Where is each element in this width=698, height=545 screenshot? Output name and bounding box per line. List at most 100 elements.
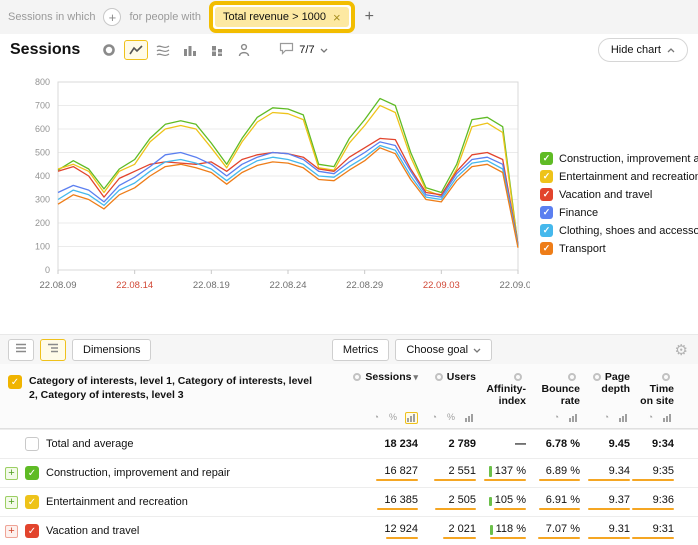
pie-toggle-icon[interactable]: ◔	[430, 411, 439, 424]
column-header[interactable]: Users	[428, 371, 486, 383]
row-label-cell: + ✓ Vacation and travel	[0, 524, 332, 538]
row-label[interactable]: Construction, improvement and repair	[46, 467, 230, 479]
column-header-label: Page depth	[601, 371, 630, 395]
legend-checkbox[interactable]: ✓	[540, 152, 553, 165]
audience-map-type-button[interactable]	[232, 40, 256, 60]
dimensions-button[interactable]: Dimensions	[72, 339, 151, 361]
metric-cell: 16 827	[332, 465, 428, 481]
row-checkbox[interactable]: ✓	[25, 495, 39, 509]
chevron-down-icon	[473, 344, 481, 356]
column-header[interactable]: Time on site	[640, 371, 698, 407]
column-header[interactable]: Bounce rate	[536, 371, 590, 407]
metric-value: 16 385	[384, 494, 418, 506]
add-people-condition-button[interactable]: +	[363, 8, 376, 26]
percent-toggle-icon[interactable]: %	[445, 411, 457, 424]
pie-toggle-icon[interactable]: ◔	[646, 411, 655, 424]
list-view-button[interactable]	[8, 339, 34, 361]
metric-value: 9.37	[609, 494, 630, 506]
line-chart-icon	[129, 43, 143, 57]
stacked-bar-type-button[interactable]	[205, 40, 229, 60]
metric-value: —	[515, 438, 526, 450]
percent-toggle-icon[interactable]: %	[387, 411, 399, 424]
legend-item[interactable]: ✓Vacation and travel	[540, 188, 698, 201]
segments-dropdown[interactable]: 7/7	[273, 41, 333, 59]
pie-toggle-icon[interactable]: ◔	[552, 411, 561, 424]
revenue-filter-chip[interactable]: Total revenue > 1000 ×	[215, 7, 349, 27]
table-body: Total and average18 2342 789—6.78 %9.459…	[0, 429, 698, 545]
settings-gear-icon[interactable]: ⚙	[673, 341, 690, 359]
column-header[interactable]: Affinity- index	[486, 371, 536, 407]
metric-mini-bar	[484, 479, 526, 481]
legend-checkbox[interactable]: ✓	[540, 224, 553, 237]
choose-goal-button[interactable]: Choose goal	[395, 339, 492, 361]
bar-toggle-icon[interactable]	[617, 412, 630, 424]
row-checkbox[interactable]: ✓	[25, 466, 39, 480]
legend-checkbox[interactable]: ✓	[540, 242, 553, 255]
x-axis-label: 22.08.14	[116, 280, 153, 291]
pie-toggle-icon[interactable]: ◔	[602, 411, 611, 424]
row-label[interactable]: Total and average	[46, 438, 133, 450]
column-header[interactable]: Page depth	[590, 371, 640, 395]
column-header[interactable]: Sessions▾	[332, 371, 428, 383]
svg-text:200: 200	[35, 218, 50, 228]
metric-value: 9.45	[609, 438, 630, 450]
row-label-cell: + ✓ Entertainment and recreation	[0, 495, 332, 509]
expand-row-button[interactable]: +	[5, 496, 18, 509]
line-chart-type-button[interactable]	[124, 40, 148, 60]
metric-mini-bar	[434, 479, 476, 481]
legend-item[interactable]: ✓Finance	[540, 206, 698, 219]
legend-checkbox[interactable]: ✓	[540, 206, 553, 219]
metric-mini-bar	[632, 508, 674, 510]
sessions-line-chart[interactable]: 010020030040050060070080022.08.0922.08.1…	[0, 66, 530, 334]
tree-view-button[interactable]	[40, 339, 66, 361]
legend-item[interactable]: ✓Construction, improvement and repair	[540, 152, 698, 165]
metric-mini-bar	[443, 537, 476, 539]
metric-mini-bar	[377, 508, 418, 510]
metric-value: 6.89 %	[546, 465, 580, 477]
bar-toggle-icon[interactable]	[405, 412, 418, 424]
metric-cell: 16 385	[332, 494, 428, 510]
metric-cell: 118 %	[486, 523, 536, 539]
metric-mini-bar	[376, 479, 418, 481]
expand-row-button[interactable]: +	[5, 525, 18, 538]
svg-text:400: 400	[35, 171, 50, 181]
legend-label: Entertainment and recreation	[559, 171, 698, 183]
row-checkbox[interactable]	[25, 437, 39, 451]
column-header-label: Affinity- index	[486, 383, 526, 407]
expand-row-button[interactable]: +	[5, 467, 18, 480]
choose-goal-label: Choose goal	[406, 344, 468, 356]
metric-value: 18 234	[384, 438, 418, 450]
legend-item[interactable]: ✓Clothing, shoes and accessories	[540, 224, 698, 237]
legend-checkbox[interactable]: ✓	[540, 170, 553, 183]
legend-checkbox[interactable]: ✓	[540, 188, 553, 201]
row-label[interactable]: Entertainment and recreation	[46, 496, 188, 508]
remove-filter-icon[interactable]: ×	[333, 10, 341, 25]
metric-value: 2 021	[448, 523, 476, 535]
select-all-checkbox[interactable]: ✓	[8, 375, 22, 389]
metrics-button[interactable]: Metrics	[332, 339, 389, 361]
metric-cell: 2 505	[428, 494, 486, 510]
bar-chart-type-button[interactable]	[178, 40, 202, 60]
bar-toggle-icon[interactable]	[661, 412, 674, 424]
x-axis-label: 22.08.19	[193, 280, 230, 291]
column-header-label: Users	[447, 371, 476, 383]
hide-chart-button[interactable]: Hide chart	[598, 38, 688, 62]
add-session-condition-button[interactable]: +	[103, 8, 121, 26]
metric-mini-bar	[588, 537, 630, 539]
metric-value: 118 %	[496, 523, 526, 535]
bar-toggle-icon[interactable]	[567, 412, 580, 424]
bar-toggle-icon[interactable]	[463, 412, 476, 424]
metric-value: 7.07 %	[546, 523, 580, 535]
pie-toggle-icon[interactable]: ◔	[372, 411, 381, 424]
table-header: ✓ Category of interests, level 1, Catego…	[0, 364, 698, 429]
column-header-label: Sessions	[365, 371, 411, 383]
stacked-area-type-button[interactable]	[151, 40, 175, 60]
pie-chart-type-button[interactable]	[97, 40, 121, 60]
row-label-cell: + ✓ Construction, improvement and repair	[0, 466, 332, 480]
chevron-up-icon	[667, 44, 675, 56]
legend-item[interactable]: ✓Transport	[540, 242, 698, 255]
row-label[interactable]: Vacation and travel	[46, 525, 139, 537]
metric-cell: 6.78 %	[536, 438, 590, 450]
row-checkbox[interactable]: ✓	[25, 524, 39, 538]
legend-item[interactable]: ✓ Entertainment and recreation	[540, 170, 698, 183]
